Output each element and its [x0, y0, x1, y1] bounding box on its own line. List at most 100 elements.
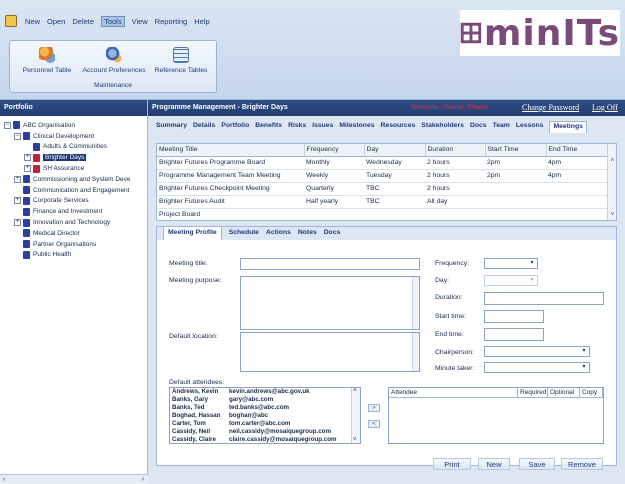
tree-node-adults-communities[interactable]: Adults & Communities: [4, 142, 147, 153]
meeting-title-input[interactable]: [240, 258, 420, 270]
reference-tables-button[interactable]: Reference Tables: [148, 47, 214, 74]
column-header-start-time[interactable]: Start Time: [485, 144, 547, 157]
scroll-down-icon[interactable]: ˅: [353, 437, 357, 443]
list-item[interactable]: Andrews, Kevin kevin.andrews@abc.gov.uk: [170, 388, 360, 396]
subtab-meeting-profile[interactable]: Meeting Profile: [163, 227, 222, 240]
menu-tools[interactable]: Tools: [101, 15, 125, 27]
tree-node-finance-and-investment[interactable]: Finance and Investment: [4, 206, 147, 217]
menu-new[interactable]: New: [25, 17, 40, 26]
column-header-frequency[interactable]: Frequency: [304, 144, 365, 157]
horizontal-scrollbar[interactable]: ‹ ›: [0, 474, 148, 484]
location-scrollbar[interactable]: [412, 333, 419, 371]
expand-icon[interactable]: +: [24, 165, 31, 173]
column-header-meeting-title[interactable]: Meeting Title: [157, 144, 305, 157]
tree-node-medical-director[interactable]: Medical Director: [4, 228, 147, 239]
tab-docs[interactable]: Docs: [470, 121, 487, 133]
list-item[interactable]: Banks, Ted ted.banks@abc.com: [170, 404, 360, 412]
tree-node-clinical-development[interactable]: − Clinical Development: [4, 131, 147, 142]
table-row[interactable]: Project Board: [157, 208, 608, 220]
chevron-down-icon[interactable]: ▾: [527, 276, 537, 285]
tab-team[interactable]: Team: [493, 121, 510, 133]
list-item[interactable]: Cassidy, Claire claire.cassidy@mosaiquegr…: [170, 436, 360, 443]
attendee-list-scrollbar[interactable]: ˄ ˅: [351, 388, 360, 443]
attendee-list[interactable]: Andrews, Kevin kevin.andrews@abc.gov.uk Ba…: [169, 387, 361, 444]
remove-button[interactable]: Remove: [561, 458, 603, 470]
remove-attendee-button[interactable]: <: [368, 420, 380, 428]
tree-node-abc-organisation[interactable]: − ABC Organisation: [4, 120, 147, 131]
menu-open[interactable]: Open: [47, 17, 65, 26]
menu-view[interactable]: View: [132, 17, 148, 26]
tree-node-communication-and-engagement[interactable]: Communication and Engagement: [4, 185, 147, 196]
default-location-textarea[interactable]: [240, 332, 420, 372]
selected-attendees-grid[interactable]: Attendee Required Optional Copy: [388, 387, 604, 444]
subtab-actions[interactable]: Actions: [266, 227, 291, 240]
tree-node-innovation-and-technology[interactable]: + Innovation and Technology: [4, 217, 147, 228]
table-row[interactable]: Brighter Futures Checkpoint Meeting Quart…: [157, 182, 608, 196]
list-item[interactable]: Banks, Gary gary@abc.com: [170, 396, 360, 404]
tab-summary[interactable]: Summary: [156, 121, 187, 133]
table-row[interactable]: Brighter Futures Audit Half yearly TBC All …: [157, 195, 608, 209]
list-item[interactable]: Carter, Tom tom.carter@abc.com: [170, 420, 360, 428]
column-header-duration[interactable]: Duration: [425, 144, 486, 157]
print-button[interactable]: Print: [433, 458, 471, 470]
column-header-required[interactable]: Required: [518, 388, 548, 397]
menu-reporting[interactable]: Reporting: [155, 17, 188, 26]
scroll-right-icon[interactable]: ›: [142, 476, 144, 483]
save-button[interactable]: Save: [519, 458, 555, 470]
menu-delete[interactable]: Delete: [72, 17, 94, 26]
frequency-select[interactable]: ▾: [484, 258, 538, 269]
personnel-table-button[interactable]: Personnel Table: [14, 47, 80, 74]
grid-scrollbar[interactable]: ˄ ˅: [607, 144, 616, 220]
chairperson-select[interactable]: ▾: [484, 346, 590, 357]
tab-meetings[interactable]: Meetings: [549, 121, 587, 133]
table-row[interactable]: Programme Management Team Meeting Weekly T…: [157, 169, 608, 183]
chevron-down-icon[interactable]: ▾: [579, 347, 589, 356]
tab-details[interactable]: Details: [193, 121, 215, 133]
log-off-link[interactable]: Log Off: [592, 103, 618, 112]
scroll-down-icon[interactable]: ˅: [609, 212, 616, 219]
end-time-input[interactable]: [484, 328, 544, 341]
column-header-optional[interactable]: Optional: [548, 388, 580, 397]
column-header-end-time[interactable]: End Time: [546, 144, 609, 157]
tab-milestones[interactable]: Milestones: [339, 121, 374, 133]
purpose-scrollbar[interactable]: [412, 277, 419, 329]
minute-taker-select[interactable]: ▾: [484, 362, 590, 373]
app-icon[interactable]: [5, 15, 17, 27]
scroll-up-icon[interactable]: ˄: [609, 158, 616, 165]
tree-node-partner-organisations[interactable]: Partner Organisations: [4, 239, 147, 250]
scroll-left-icon[interactable]: ‹: [3, 476, 5, 483]
day-select[interactable]: ▾: [484, 275, 538, 286]
chevron-down-icon[interactable]: ▾: [579, 363, 589, 372]
account-preferences-button[interactable]: Account Preferences: [80, 47, 148, 74]
start-time-input[interactable]: [484, 310, 544, 323]
tree-node-sh-assurance[interactable]: + SH Assurance: [4, 163, 147, 174]
tab-stakeholders[interactable]: Stakeholders: [421, 121, 464, 133]
subtab-schedule[interactable]: Schedule: [229, 227, 259, 240]
tree-node-commissioning-and-system-deve[interactable]: + Commissioning and System Deve: [4, 174, 147, 185]
new-button[interactable]: New: [478, 458, 510, 470]
meeting-purpose-textarea[interactable]: [240, 276, 420, 330]
menu-help[interactable]: Help: [194, 17, 209, 26]
tab-lessons[interactable]: Lessons: [516, 121, 544, 133]
tab-benefits[interactable]: Benefits: [255, 121, 282, 133]
scroll-up-icon[interactable]: ˄: [353, 388, 357, 394]
list-item[interactable]: Boghad, Hassan boghan@abc: [170, 412, 360, 420]
column-header-attendee[interactable]: Attendee: [389, 388, 518, 397]
tree-node-public-health[interactable]: Public Health: [4, 250, 147, 261]
collapse-icon[interactable]: −: [4, 121, 11, 129]
tree-node-brighter-days[interactable]: + Brighter Days: [4, 152, 147, 163]
change-password-link[interactable]: Change Password: [522, 103, 579, 112]
tab-risks[interactable]: Risks: [288, 121, 306, 133]
table-row[interactable]: Brighter Futures Programme Board Monthly W…: [157, 156, 608, 170]
expand-icon[interactable]: +: [14, 197, 21, 205]
add-attendee-button[interactable]: >: [368, 404, 380, 412]
list-item[interactable]: Cassidy, Neil neil.cassidy@mosaiquegroup.…: [170, 428, 360, 436]
expand-icon[interactable]: +: [14, 175, 21, 183]
chevron-down-icon[interactable]: ▾: [527, 259, 537, 268]
tree-node-corporate-services[interactable]: + Corporate Services: [4, 196, 147, 207]
tab-portfolio[interactable]: Portfolio: [221, 121, 249, 133]
subtab-notes[interactable]: Notes: [298, 227, 317, 240]
expand-icon[interactable]: +: [24, 154, 31, 162]
column-header-copy[interactable]: Copy: [580, 388, 603, 397]
collapse-icon[interactable]: −: [14, 132, 21, 140]
